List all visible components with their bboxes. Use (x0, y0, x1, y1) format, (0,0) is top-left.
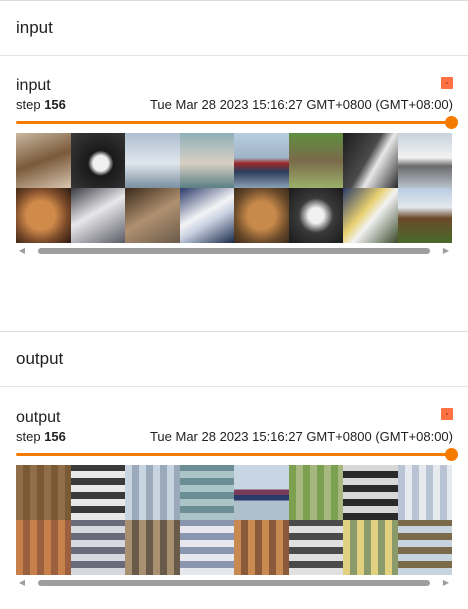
triangle-right-icon[interactable]: ▶ (442, 579, 450, 587)
slider-thumb[interactable] (445, 116, 458, 129)
image-tile (70, 188, 125, 243)
timestamp: Tue Mar 28 2023 15:16:27 GMT+0800 (GMT+0… (149, 97, 453, 112)
step-slider[interactable] (16, 448, 458, 461)
image-tile (234, 188, 289, 243)
image-tile (16, 465, 71, 520)
image-tile (343, 188, 398, 243)
image-tile (70, 520, 125, 575)
image-tile (397, 188, 452, 243)
card-title: input (16, 77, 51, 94)
triangle-left-icon[interactable]: ◀ (18, 579, 26, 587)
section-header-output[interactable]: output (0, 331, 468, 387)
image-tile (70, 133, 125, 188)
image-tile (397, 520, 452, 575)
section-title: input (16, 18, 53, 37)
image-tile (397, 465, 452, 520)
step-indicator: step 156 (16, 97, 66, 112)
image-tile (16, 133, 71, 188)
step-indicator: step 156 (16, 429, 66, 444)
image-tile (288, 465, 343, 520)
image-grid (16, 465, 452, 575)
color-picker-swatch[interactable] (441, 408, 453, 420)
image-tile (179, 133, 234, 188)
image-tile (234, 520, 289, 575)
step-value: 156 (44, 97, 66, 112)
image-tile (125, 520, 180, 575)
color-picker-swatch[interactable] (441, 77, 453, 89)
scroll-thumb[interactable] (38, 248, 430, 254)
step-slider[interactable] (16, 116, 458, 129)
image-tile (343, 465, 398, 520)
scroll-thumb[interactable] (38, 580, 430, 586)
image-tile (234, 465, 289, 520)
image-tile (16, 520, 71, 575)
horizontal-scrollbar[interactable]: ◀ ▶ (16, 246, 452, 256)
image-tile (125, 188, 180, 243)
image-tile (125, 133, 180, 188)
triangle-right-icon[interactable]: ▶ (442, 247, 450, 255)
image-tile (179, 465, 234, 520)
image-tile (179, 188, 234, 243)
slider-thumb[interactable] (445, 448, 458, 461)
image-tile (125, 465, 180, 520)
image-tile (288, 520, 343, 575)
image-tile (234, 133, 289, 188)
image-tile (70, 465, 125, 520)
image-tile (343, 520, 398, 575)
timestamp: Tue Mar 28 2023 15:16:27 GMT+0800 (GMT+0… (149, 429, 453, 444)
image-tile (288, 188, 343, 243)
image-tile (397, 133, 452, 188)
triangle-left-icon[interactable]: ◀ (18, 247, 26, 255)
section-header-input[interactable]: input (0, 0, 468, 56)
image-tile (288, 133, 343, 188)
step-value: 156 (44, 429, 66, 444)
image-tile (343, 133, 398, 188)
horizontal-scrollbar[interactable]: ◀ ▶ (16, 578, 452, 588)
image-grid (16, 133, 452, 243)
image-tile (16, 188, 71, 243)
image-tile (179, 520, 234, 575)
card-title: output (16, 409, 61, 426)
section-title: output (16, 349, 64, 368)
